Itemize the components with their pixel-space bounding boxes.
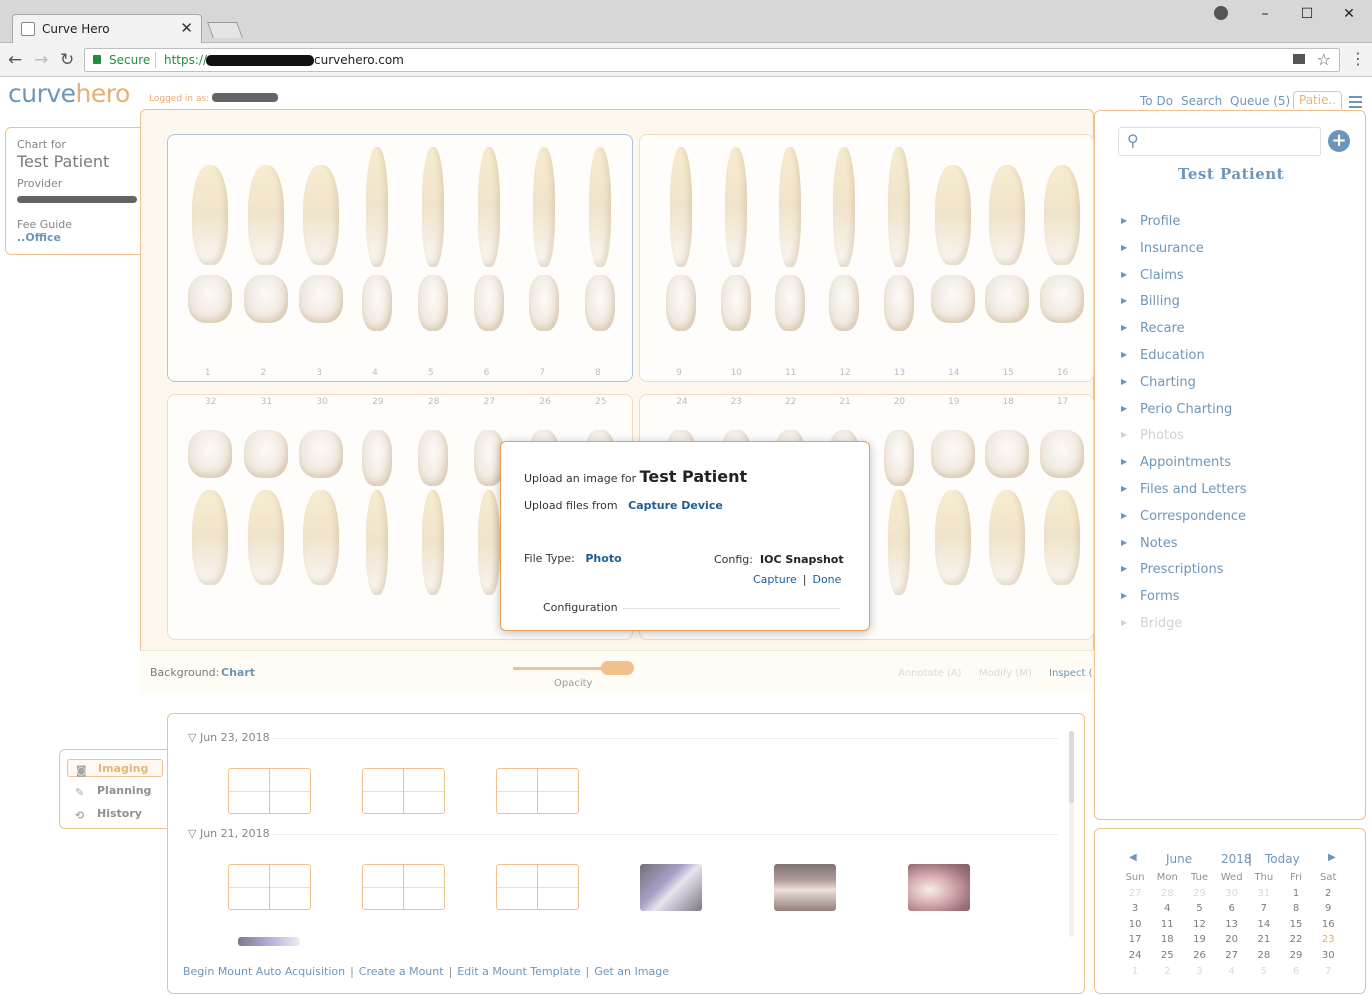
dialog-patient-name: Test Patient [639,467,748,486]
divider [155,52,156,68]
minimize-icon[interactable]: – [1255,6,1275,22]
address-bar[interactable]: Secure https:// curvehero.com ☆ [84,48,1340,72]
upload-heading: Upload an image for Test Patient [524,467,748,486]
secure-label: Secure [109,53,151,67]
lock-icon [93,55,101,64]
reload-icon[interactable]: ↻ [60,50,74,70]
browser-toolbar: ← → ↻ Secure https:// curvehero.com ☆ ⋮ [0,43,1372,77]
browser-tabbar: Curve Hero ✕ – ☐ ✕ [0,0,1372,44]
redacted-subdomain [206,55,314,66]
file-type-row: File Type: Photo [524,552,622,565]
tab-title: Curve Hero [42,22,110,36]
file-type-value[interactable]: Photo [585,552,621,565]
configuration-section-label: Configuration [543,601,618,614]
browser-menu-icon[interactable]: ⋮ [1350,49,1366,68]
camera-icon[interactable] [1293,54,1305,64]
url-host: curvehero.com [314,53,404,67]
config-row: Config: IOC Snapshot [714,553,844,566]
back-icon[interactable]: ← [8,50,22,70]
url-scheme: https:// [164,53,208,67]
upload-image-dialog: Upload an image for Test Patient Upload … [500,441,870,631]
forward-icon[interactable]: → [34,50,48,70]
done-button[interactable]: Done [812,573,841,586]
profile-icon[interactable] [1214,6,1228,20]
capture-device-link[interactable]: Capture Device [628,499,723,512]
upload-from-row: Upload files from Capture Device [524,499,723,512]
config-value[interactable]: IOC Snapshot [760,553,844,566]
favicon-icon [21,22,35,36]
browser-tab[interactable]: Curve Hero ✕ [12,14,202,44]
close-window-icon[interactable]: ✕ [1339,6,1359,22]
close-tab-icon[interactable]: ✕ [180,19,193,37]
divider [623,608,840,609]
maximize-icon[interactable]: ☐ [1297,6,1317,22]
new-tab-button[interactable] [207,22,243,38]
bookmark-star-icon[interactable]: ☆ [1317,50,1331,69]
dialog-actions: Capture | Done [753,573,842,586]
capture-button[interactable]: Capture [753,573,797,586]
